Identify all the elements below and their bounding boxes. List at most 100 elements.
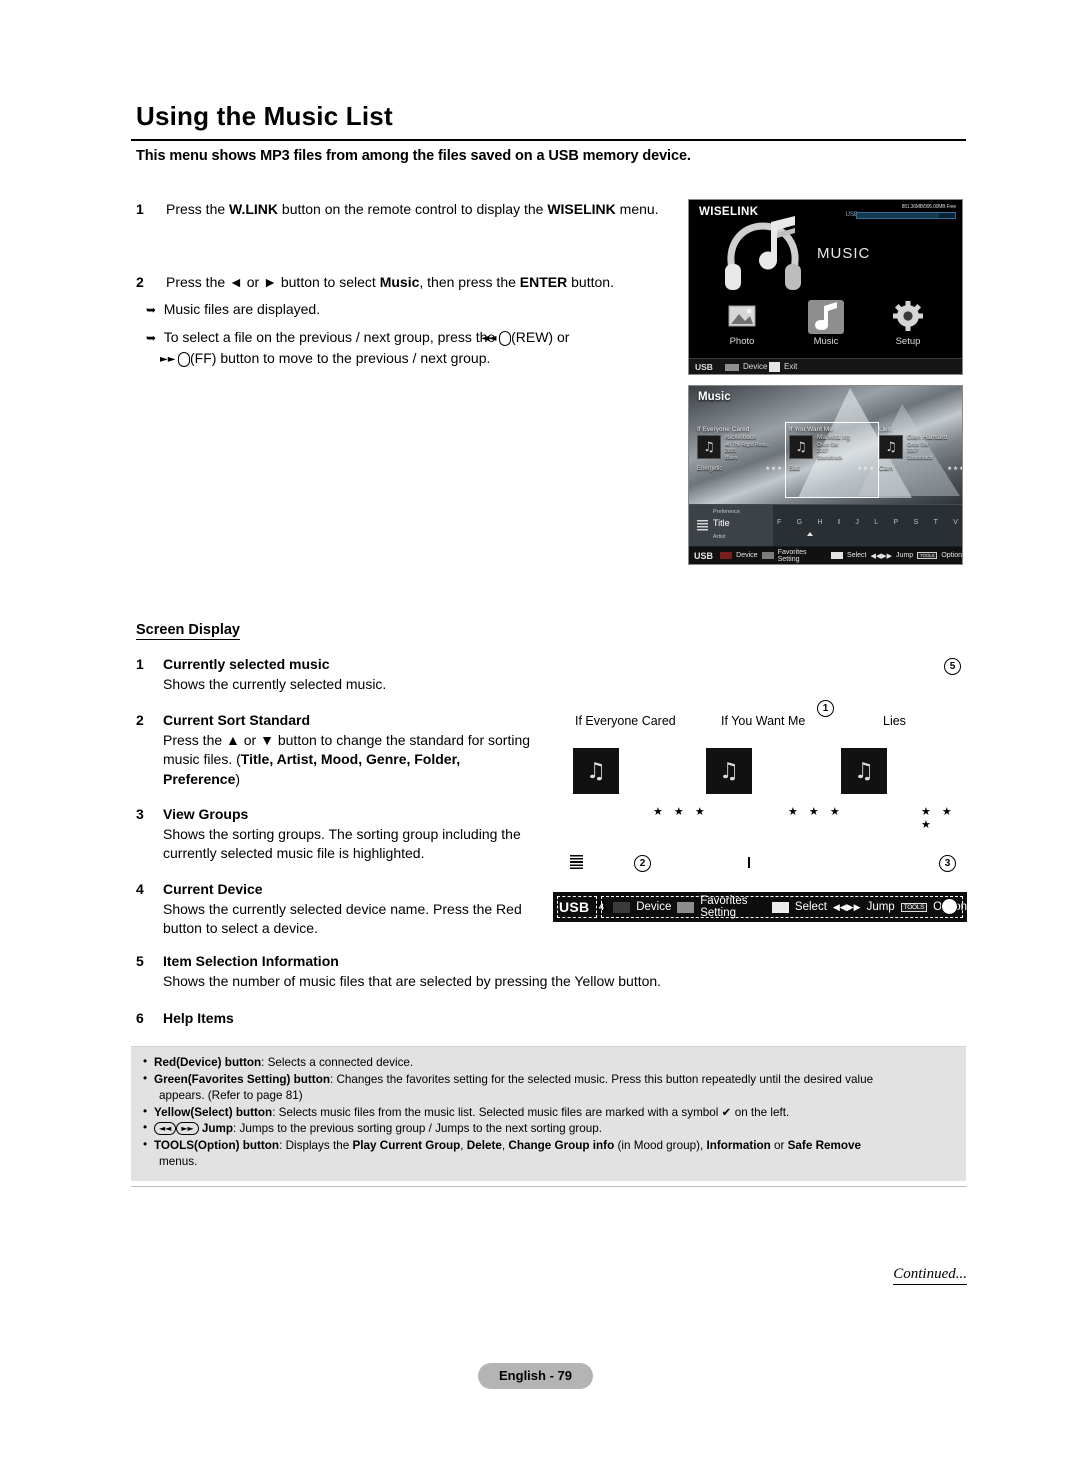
diagram-song-3: Lies <box>883 714 906 728</box>
active-group-caret-icon <box>807 532 813 536</box>
group-letter[interactable]: V <box>953 519 958 526</box>
sort-standard-area[interactable]: Preference Title Artist F G H I J L P S … <box>689 504 962 546</box>
memory-bar <box>856 212 956 219</box>
music-card-3[interactable]: Lies ♫ Glen Hansard Once Ost 2007 Soundt… <box>879 426 962 494</box>
screen-display-item-6: 6 Help Items <box>136 1009 536 1029</box>
help-items-highlight <box>601 896 963 918</box>
help-item-jump-text: : Jumps to the previous sorting group / … <box>233 1122 603 1135</box>
music-card-3-stars: ★★★ <box>947 466 962 472</box>
step-2-sub-2-text-b: (REW) or <box>511 329 570 345</box>
music-card-1-mood: Energetic <box>697 466 723 472</box>
music-card-2-stars: ★★★ <box>857 466 875 472</box>
item-4-heading: Current Device <box>163 881 263 897</box>
group-letter[interactable]: F <box>777 519 781 526</box>
help-item-yellow: Yellow(Select) button: Selects music fil… <box>143 1104 954 1122</box>
step-2-bold-enter: ENTER <box>519 274 568 290</box>
music-screen-title: Music <box>698 391 731 403</box>
music-card-3-song: Lies <box>879 426 891 433</box>
step-1-number: 1 <box>136 201 144 217</box>
group-letter-tick <box>748 857 750 868</box>
item-5-heading: Item Selection Information <box>163 953 339 969</box>
album-art-icon: ♫ <box>697 435 721 459</box>
help-item-tools-t1: : Displays the <box>279 1138 353 1152</box>
screen-display-item-3: 3 View Groups Shows the sorting groups. … <box>136 805 536 864</box>
diagram-album-art-1: ♫ <box>573 748 619 794</box>
help-item-tools-cont: menus. <box>159 1155 198 1168</box>
step-2-sub-2-text-a: To select a file on the previous / next … <box>163 329 500 345</box>
rew-button-icon: ◄◄ <box>481 331 512 346</box>
help-item-tools-t4: (in Mood group), <box>614 1138 707 1152</box>
step-1-body: Press the W.LINK button on the remote co… <box>166 201 659 217</box>
item-6-number: 6 <box>136 1010 144 1026</box>
step-2: 2 Press the ◄ or ► button to select Musi… <box>136 272 666 368</box>
group-letter[interactable]: L <box>874 519 878 526</box>
gear-icon <box>890 300 926 334</box>
callout-2: 2 <box>634 855 651 872</box>
step-1-bold-wlink: W.LINK <box>229 201 279 217</box>
arrow-bullet-icon: ➥ <box>146 331 164 345</box>
help-item-yellow-label: Yellow(Select) button <box>154 1105 273 1119</box>
exit-icon <box>769 362 780 372</box>
help-item-tools-b3: Change Group info <box>508 1138 615 1152</box>
step-2-body: Press the ◄ or ► button to select Music,… <box>136 274 666 368</box>
arrow-bullet-icon: ➥ <box>146 303 164 317</box>
wiselink-item-photo-label: Photo <box>729 336 755 347</box>
help-item-red-label: Red(Device) button <box>154 1056 262 1069</box>
help-item-red-text: : Selects a connected device. <box>261 1056 414 1069</box>
music-card-2-song: If You Want Me <box>789 426 833 433</box>
diagram-album-art-2: ♫ <box>706 748 752 794</box>
red-button-chip-icon <box>725 364 739 371</box>
wiselink-bar-usb-label: USB <box>695 362 713 372</box>
manual-page: Using the Music List This menu shows MP3… <box>0 0 1080 1474</box>
step-2-text-a: Press the ◄ or ► button to select <box>166 274 380 290</box>
wiselink-item-music[interactable]: Music <box>797 300 855 347</box>
help-item-tools-b4: Information <box>706 1138 771 1152</box>
album-art-icon: ♫ <box>879 435 903 459</box>
music-bar-usb-label: USB <box>694 550 714 561</box>
page-number-badge: English - 79 <box>478 1363 593 1389</box>
yellow-button-chip-icon <box>830 552 844 559</box>
music-card-1[interactable]: If Everyone Cared ♫ Nickelback All The R… <box>697 426 783 494</box>
item-1-heading: Currently selected music <box>163 656 330 672</box>
group-letter[interactable]: T <box>934 519 938 526</box>
group-letter[interactable]: P <box>894 519 899 526</box>
wiselink-bar-exit-action: Exit <box>784 362 798 371</box>
diagram-song-2: If You Want Me <box>721 714 806 728</box>
diagram-stars-1: ★ ★ ★ <box>653 806 709 818</box>
item-1-text: Shows the currently selected music. <box>163 675 387 692</box>
device-name-highlight <box>557 896 597 918</box>
help-item-jump-label: Jump <box>201 1122 234 1135</box>
sort-option-below: Artist <box>713 534 726 540</box>
diagram-stars-3: ★ ★ ★ <box>921 806 956 831</box>
item-5-text: Shows the number of music files that are… <box>163 972 662 989</box>
wiselink-item-setup[interactable]: Setup <box>879 300 937 347</box>
memory-free-text: 851.36MB/995.00MB Free <box>901 204 956 210</box>
item-3-heading: View Groups <box>163 806 249 822</box>
view-groups-letters[interactable]: F G H I J L P S T V <box>777 519 958 526</box>
jump-arrows-icon: ◀◀▶▶ <box>870 552 893 560</box>
step-2-sub-2: ➥ To select a file on the previous / nex… <box>146 327 666 368</box>
sort-option-current: Title <box>713 518 730 528</box>
wiselink-bottom-bar: USB Device Exit <box>689 358 962 374</box>
help-item-tools: TOOLS(Option) button: Displays the Play … <box>143 1137 954 1171</box>
list-view-icon <box>697 520 708 531</box>
music-bar-device-action: Device <box>736 552 758 559</box>
wiselink-item-music-label: Music <box>813 336 839 347</box>
wiselink-item-photo[interactable]: Photo <box>713 300 771 347</box>
music-card-2[interactable]: If You Want Me ♫ Markéta Irg Once Ost 20… <box>785 422 879 498</box>
group-letter[interactable]: J <box>855 519 859 526</box>
music-card-2-genre: Soundtrack <box>817 454 843 461</box>
group-letter[interactable]: S <box>914 519 919 526</box>
list-view-icon <box>570 855 583 870</box>
step-2-bold-music: Music <box>379 274 420 290</box>
group-letter-active[interactable]: I <box>838 519 840 526</box>
annotated-diagram: 5 1 If Everyone Cared If You Want Me Lie… <box>553 652 967 922</box>
group-letter[interactable]: G <box>797 519 802 526</box>
group-letter[interactable]: H <box>818 519 823 526</box>
item-3-number: 3 <box>136 806 144 822</box>
music-card-2-artist: Markéta Irg <box>817 434 850 441</box>
music-card-1-stars: ★★★ <box>765 466 783 472</box>
music-bottom-bar: USB Device Favorites Setting Select ◀◀▶▶… <box>689 547 962 564</box>
page-subtitle: This menu shows MP3 files from among the… <box>136 148 691 164</box>
help-item-green-cont: appears. (Refer to page 81) <box>159 1089 303 1102</box>
